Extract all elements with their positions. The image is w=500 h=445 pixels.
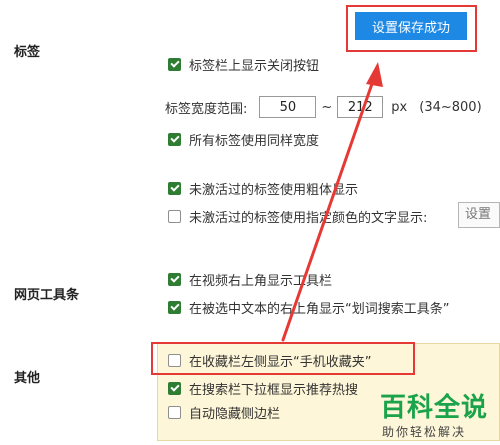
watermark-subtitle: 助你轻松解决	[382, 425, 467, 439]
watermark-logo: 百科全说 助你轻松解决	[372, 385, 500, 445]
watermark-title: 百科全说	[380, 393, 489, 423]
annotation-arrow	[281, 62, 383, 342]
